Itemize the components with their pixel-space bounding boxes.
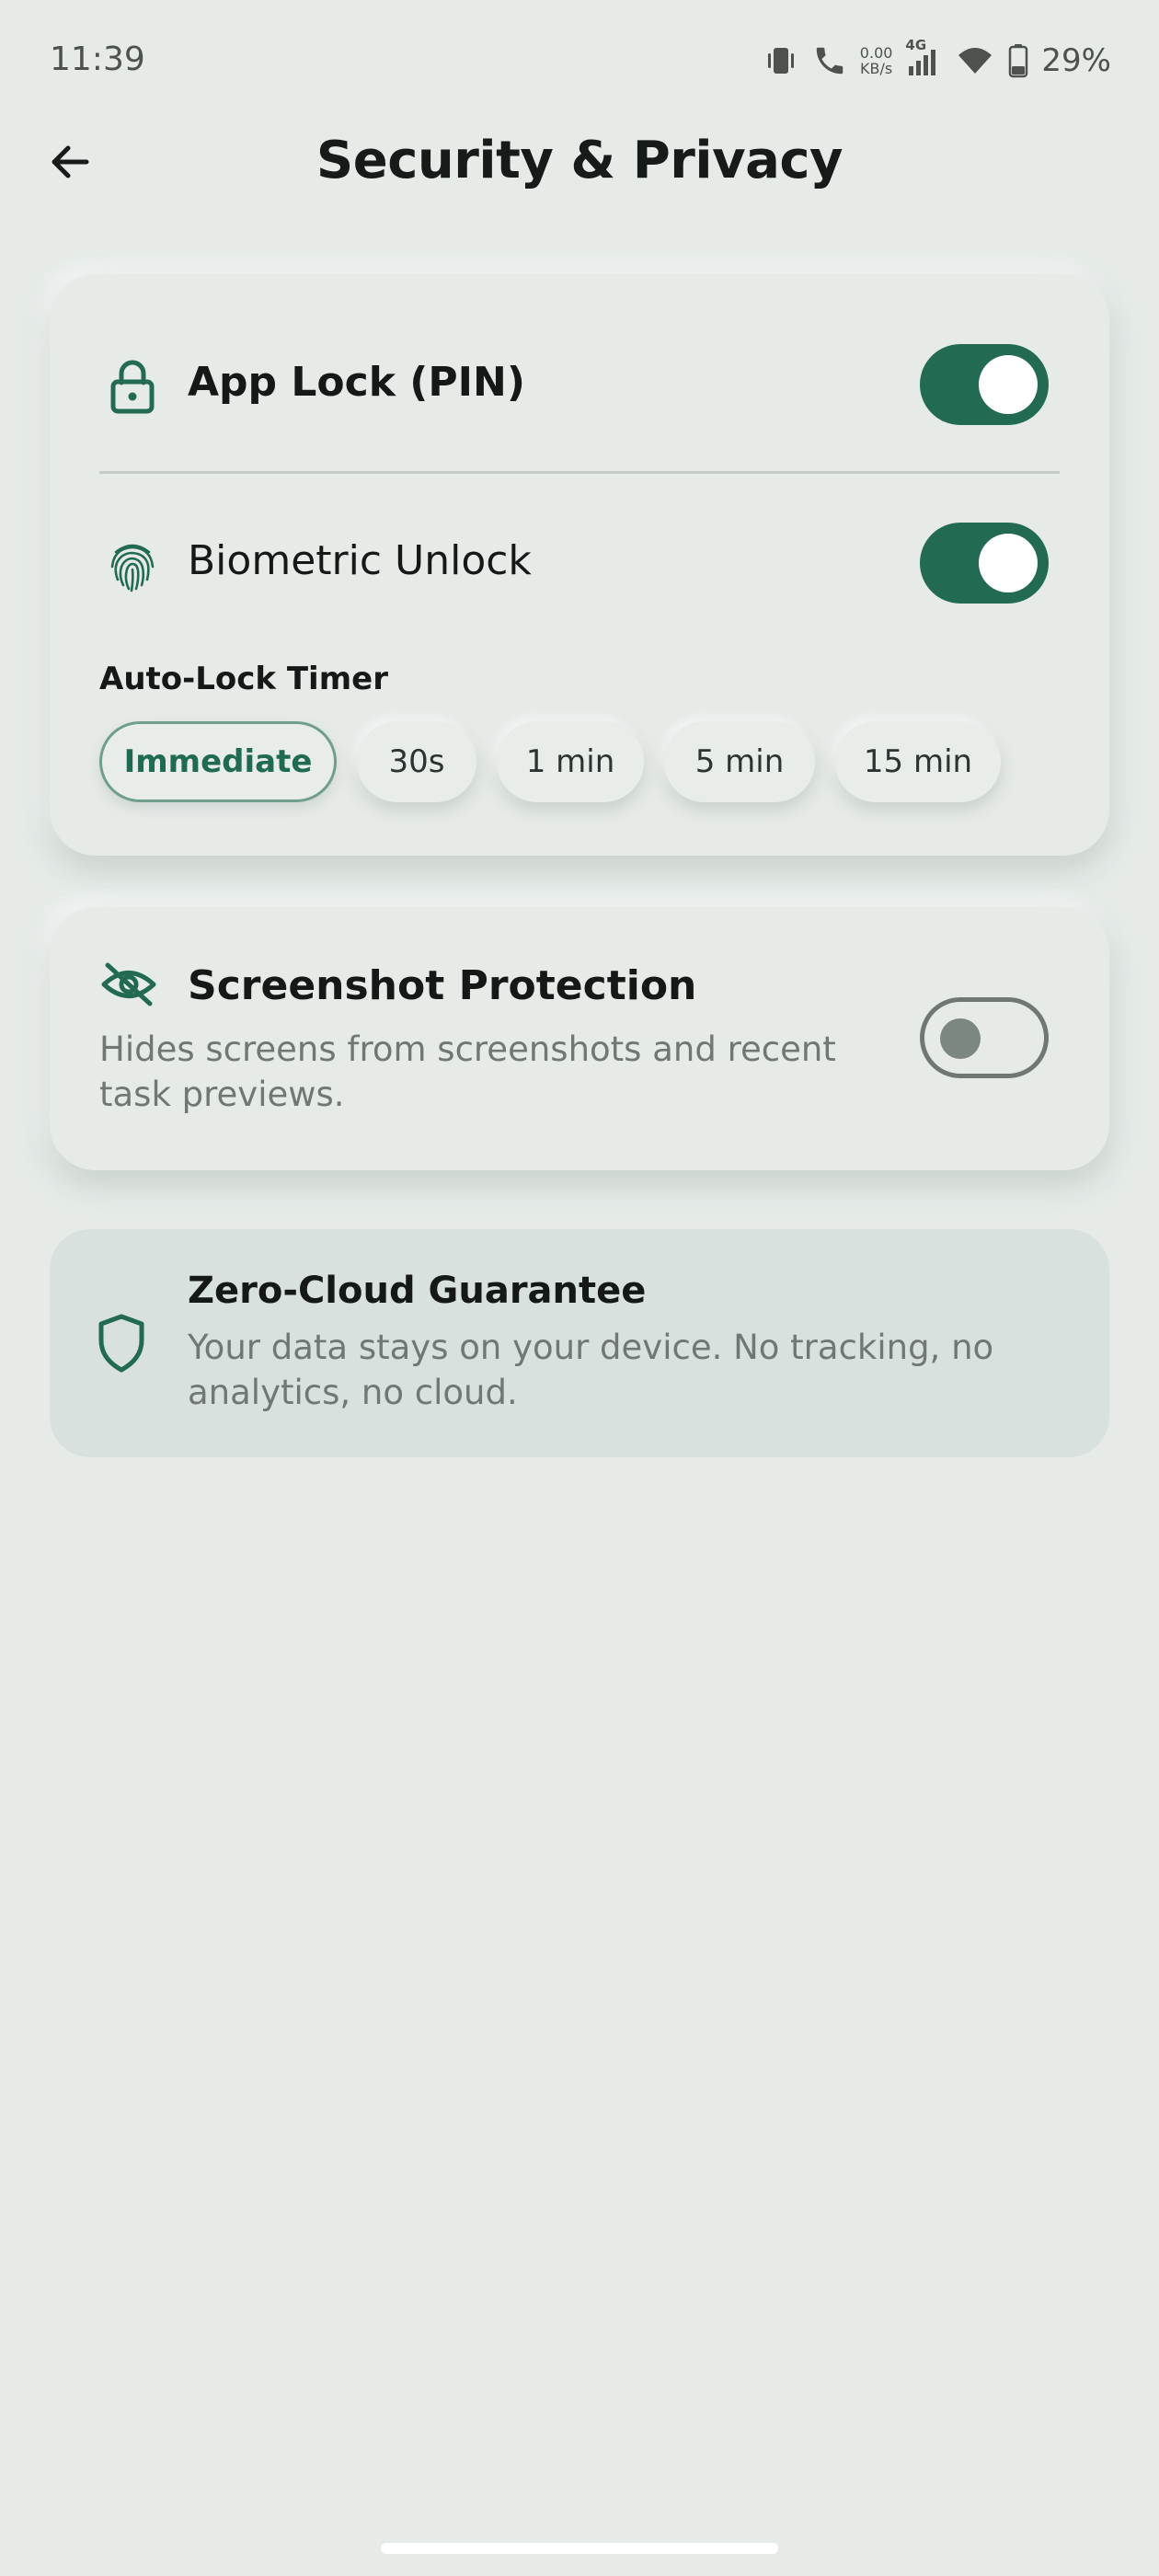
auto-lock-option-30s[interactable]: 30s	[357, 721, 476, 802]
lock-icon	[99, 353, 166, 420]
auto-lock-options: Immediate 30s 1 min 5 min 15 min	[99, 721, 1001, 802]
status-bar: 11:39 0.00 KB/s 4G 29%	[0, 0, 1159, 120]
zero-cloud-guarantee-description: Your data stays on your device. No track…	[188, 1328, 994, 1412]
auto-lock-timer-label: Auto-Lock Timer	[99, 661, 388, 697]
auto-lock-option-15-min[interactable]: 15 min	[835, 721, 1001, 802]
screenshot-protection-toggle[interactable]	[920, 997, 1049, 1078]
zero-cloud-guarantee-card: Zero-Cloud Guarantee Your data stays on …	[50, 1229, 1109, 1457]
status-icons: 0.00 KB/s 4G 29%	[763, 37, 1111, 81]
toggle-knob	[940, 1018, 981, 1059]
screenshot-protection-card: Screenshot Protection Hides screens from…	[50, 907, 1109, 1170]
screenshot-protection-title: Screenshot Protection	[188, 962, 697, 1009]
status-time: 11:39	[50, 40, 145, 78]
app-lock-label: App Lock (PIN)	[188, 359, 525, 406]
auto-lock-option-5-min[interactable]: 5 min	[664, 721, 815, 802]
toggle-knob	[979, 534, 1038, 592]
network-type: 4G	[905, 37, 927, 53]
app-lock-toggle[interactable]	[920, 344, 1049, 425]
cellular-signal-icon: 4G	[905, 37, 942, 79]
eye-off-icon	[99, 955, 158, 1014]
fingerprint-icon	[99, 534, 166, 600]
screenshot-protection-description: Hides screens from screenshots and recen…	[99, 1029, 836, 1114]
network-speed-value: 0.00	[859, 44, 893, 62]
toggle-knob	[979, 355, 1038, 414]
battery-percentage: 29%	[1041, 42, 1111, 79]
network-speed: 0.00 KB/s	[860, 45, 893, 76]
divider	[99, 471, 1060, 474]
shield-icon	[92, 1310, 151, 1376]
zero-cloud-guarantee-title: Zero-Cloud Guarantee	[188, 1270, 647, 1312]
network-speed-unit: KB/s	[860, 60, 893, 77]
call-icon	[812, 43, 847, 78]
security-card: App Lock (PIN) Biometric Unlock Auto-Loc…	[50, 274, 1109, 856]
wifi-icon	[955, 42, 995, 79]
home-indicator	[381, 2543, 778, 2554]
auto-lock-option-immediate[interactable]: Immediate	[99, 721, 337, 802]
auto-lock-option-1-min[interactable]: 1 min	[497, 721, 644, 802]
vibrate-icon	[763, 42, 799, 79]
page-title: Security & Privacy	[316, 131, 843, 190]
biometric-unlock-toggle[interactable]	[920, 523, 1049, 604]
biometric-unlock-label: Biometric Unlock	[188, 537, 532, 584]
battery-icon	[1008, 43, 1028, 78]
